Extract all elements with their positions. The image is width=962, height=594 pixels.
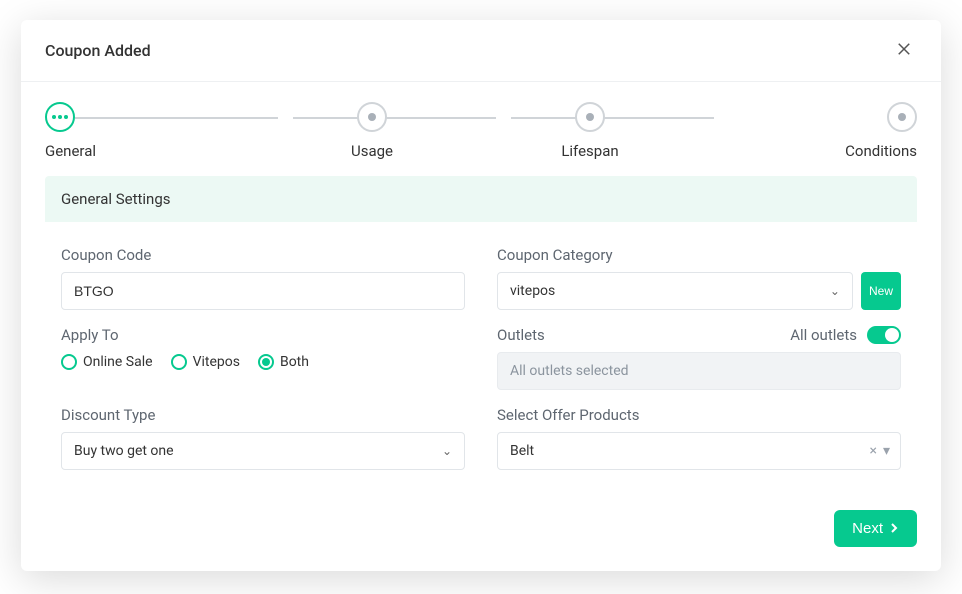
label-apply-to: Apply To [61, 326, 465, 344]
step-connector [75, 117, 278, 119]
radio-label: Both [280, 354, 309, 370]
radio-icon [258, 354, 274, 370]
coupon-modal: Coupon Added General Usage Lifespan [21, 20, 941, 571]
step-circle-usage [357, 102, 387, 132]
step-circle-general [45, 102, 75, 132]
ellipsis-icon [51, 115, 69, 119]
step-label: Usage [263, 142, 481, 160]
stepper: General Usage Lifespan Conditions [21, 82, 941, 176]
step-label: General [45, 142, 263, 160]
step-connector [293, 117, 496, 119]
chevron-down-icon: ⌄ [442, 444, 452, 458]
radio-label: Online Sale [83, 354, 153, 370]
label-coupon-code: Coupon Code [61, 246, 465, 264]
label-discount-type: Discount Type [61, 406, 465, 424]
outlets-display: All outlets selected [497, 352, 901, 390]
modal-footer: Next [21, 494, 941, 571]
coupon-category-value: vitepos [510, 283, 555, 299]
label-coupon-category: Coupon Category [497, 246, 901, 264]
select-products-input[interactable]: Belt × ▾ [497, 432, 901, 470]
radio-icon [61, 354, 77, 370]
radio-label: Vitepos [193, 354, 240, 370]
step-label: Conditions [699, 142, 917, 160]
label-select-products: Select Offer Products [497, 406, 901, 424]
clear-icon[interactable]: × [869, 443, 876, 459]
radio-online-sale[interactable]: Online Sale [61, 354, 153, 370]
next-button[interactable]: Next [834, 510, 917, 547]
chevron-down-icon[interactable]: ▾ [883, 443, 890, 459]
modal-header: Coupon Added [21, 20, 941, 82]
all-outlets-toggle[interactable] [867, 326, 901, 344]
form-body: Coupon Code Coupon Category vitepos ⌄ Ne… [21, 222, 941, 494]
dot-icon [586, 113, 594, 121]
label-outlets: Outlets All outlets [497, 326, 901, 344]
radio-icon [171, 354, 187, 370]
step-general[interactable]: General [45, 102, 263, 160]
dot-icon [368, 113, 376, 121]
new-category-button[interactable]: New [861, 272, 901, 310]
step-circle-conditions [887, 102, 917, 132]
coupon-code-input[interactable] [61, 272, 465, 310]
close-button[interactable] [891, 36, 917, 65]
next-button-label: Next [852, 520, 883, 537]
outlets-label-text: Outlets [497, 326, 545, 344]
step-conditions[interactable]: Conditions [699, 102, 917, 160]
apply-to-radio-group: Online Sale Vitepos Both [61, 352, 465, 370]
radio-both[interactable]: Both [258, 354, 309, 370]
dot-icon [898, 113, 906, 121]
step-circle-lifespan [575, 102, 605, 132]
section-header-general: General Settings [45, 176, 917, 222]
chevron-right-icon [889, 520, 899, 537]
close-icon [895, 46, 913, 61]
discount-type-select[interactable]: Buy two get one ⌄ [61, 432, 465, 470]
selected-product-value: Belt [504, 443, 534, 459]
modal-title: Coupon Added [45, 41, 151, 60]
discount-type-value: Buy two get one [74, 443, 174, 459]
all-outlets-label: All outlets [790, 326, 857, 344]
coupon-category-select[interactable]: vitepos ⌄ [497, 272, 853, 310]
step-lifespan[interactable]: Lifespan [481, 102, 699, 160]
step-connector [511, 117, 714, 119]
step-usage[interactable]: Usage [263, 102, 481, 160]
radio-vitepos[interactable]: Vitepos [171, 354, 240, 370]
step-label: Lifespan [481, 142, 699, 160]
chevron-down-icon: ⌄ [830, 284, 840, 298]
